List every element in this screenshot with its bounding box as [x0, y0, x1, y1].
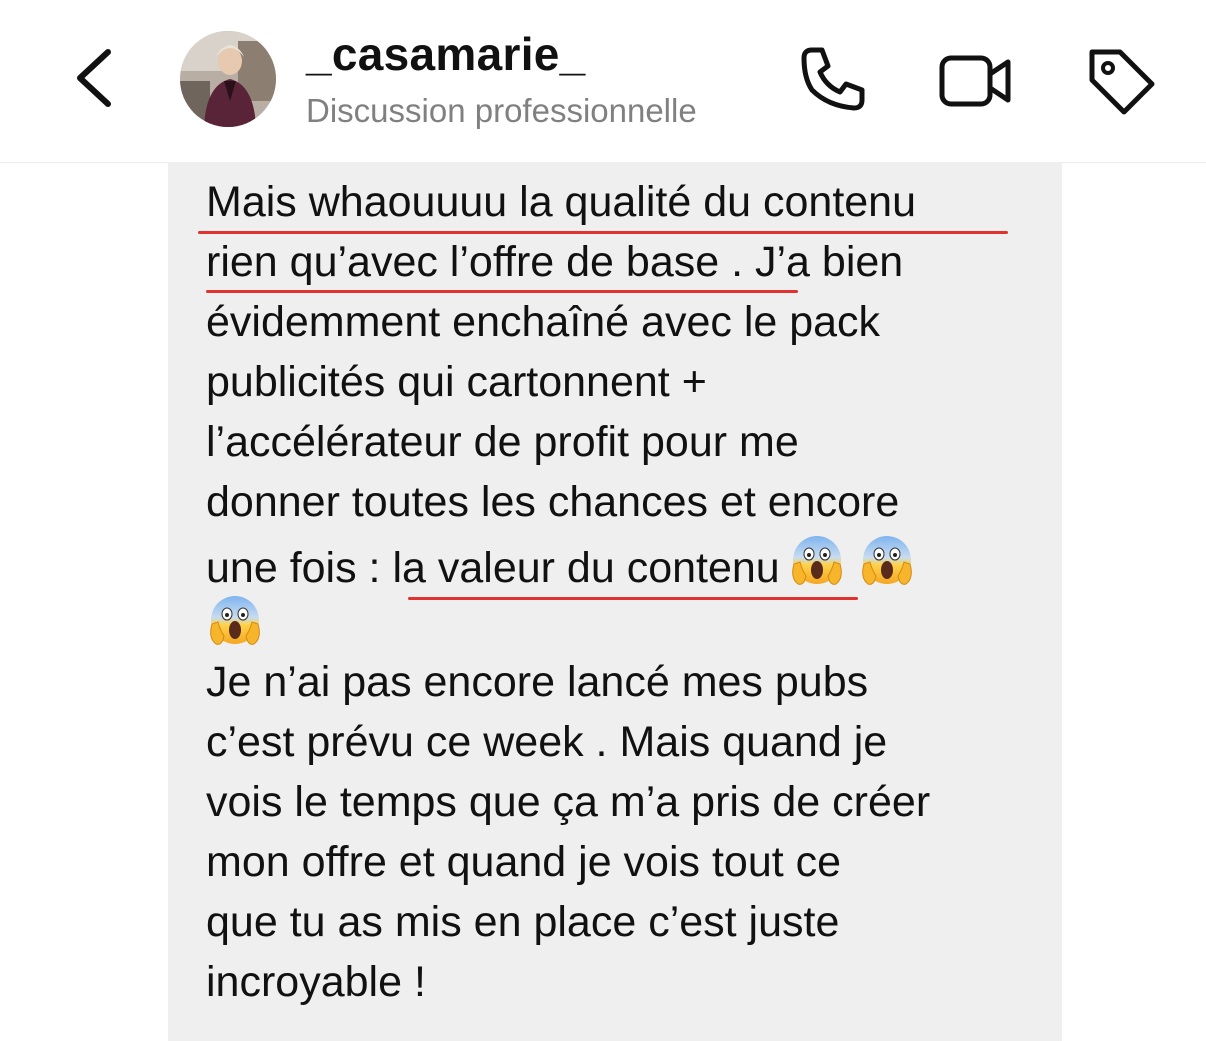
message-line: rien qu’avec l’offre de base . J’a bien	[206, 238, 904, 286]
message-line: donner toutes les chances et encore	[206, 478, 900, 526]
avatar-photo	[180, 31, 276, 127]
message-line: mon offre et quand je vois tout ce	[206, 838, 842, 886]
conversation-subtitle: Discussion professionnelle	[306, 92, 697, 129]
message-line: incroyable !	[206, 958, 426, 1006]
message-line: évidemment enchaîné avec le pack	[206, 298, 881, 346]
username: _casamarie_	[306, 28, 586, 80]
highlight-underline	[206, 290, 798, 293]
message-line: publicités qui cartonnent +	[206, 358, 707, 406]
highlight-underline	[198, 231, 1008, 234]
message-line: vois le temps que ça m’a pris de créer	[206, 778, 931, 826]
call-button[interactable]	[792, 40, 872, 120]
video-camera-icon	[939, 55, 1011, 107]
message-line: une fois : la valeur du contenu	[206, 544, 780, 592]
chat-header: _casamarie_ Discussion professionnelle	[0, 0, 1206, 163]
avatar[interactable]	[180, 31, 276, 127]
message-line-with-emoji: une fois : la valeur du contenu	[206, 532, 1046, 592]
message-text: Mais whaouuuu la qualité du contenu rien…	[206, 172, 1046, 1012]
screaming-face-emoji	[858, 532, 916, 590]
conversation-title[interactable]: _casamarie_ Discussion professionnelle	[306, 26, 697, 134]
screaming-face-emoji	[206, 592, 264, 650]
message-line: l’accélérateur de profit pour me	[206, 418, 799, 466]
back-button[interactable]	[62, 38, 132, 118]
label-button[interactable]	[1080, 40, 1160, 120]
message-line: que tu as mis en place c’est juste	[206, 898, 840, 946]
message-line: Je n’ai pas encore lancé mes pubs	[206, 658, 869, 706]
chat-screen: _casamarie_ Discussion professionnelle M…	[0, 0, 1206, 1041]
message-emoji-line	[206, 592, 1046, 652]
screaming-face-emoji	[788, 532, 846, 590]
message-line: Mais whaouuuu la qualité du contenu	[206, 178, 917, 226]
phone-icon	[801, 47, 865, 111]
message-line: c’est prévu ce week . Mais quand je	[206, 718, 888, 766]
tag-icon	[1089, 49, 1155, 115]
chevron-left-icon	[77, 49, 111, 107]
highlight-underline	[408, 597, 858, 600]
video-call-button[interactable]	[934, 40, 1014, 120]
